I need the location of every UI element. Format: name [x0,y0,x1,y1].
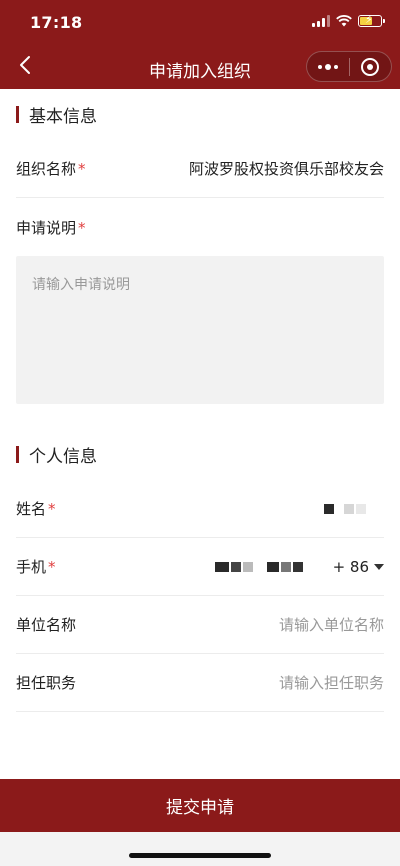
application-desc-placeholder: 请输入申请说明 [32,277,130,293]
row-name: 姓名 * [16,480,384,538]
status-icons: ⚡ [312,13,385,27]
section-title-personal: 个人信息 [29,446,97,467]
caret-down-icon [374,563,384,570]
close-button[interactable] [349,57,391,76]
section-accent-bar [16,105,19,123]
required-mark: * [78,160,86,178]
row-application-desc: 申请说明 * [16,198,384,256]
mini-program-close-icon [361,57,380,76]
section-personal-info: 个人信息 [16,443,97,467]
org-name-label: 组织名称 * [16,160,86,178]
section-basic-info: 基本信息 [16,103,97,127]
battery-icon: ⚡ [358,13,385,27]
wifi-icon [336,15,352,27]
mini-program-capsule [306,51,392,82]
more-dots-icon [317,64,322,69]
cellular-signal-icon [312,15,330,27]
position-input[interactable]: 请输入担任职务 [279,672,384,693]
more-button[interactable] [307,63,349,70]
required-mark: * [48,500,56,518]
required-mark: * [78,218,86,237]
row-org-name: 组织名称 * 阿波罗股权投资俱乐部校友会 [16,140,384,198]
application-desc-label: 申请说明 * [16,218,86,237]
required-mark: * [48,558,56,576]
home-indicator [129,853,271,858]
row-position: 担任职务 请输入担任职务 [16,654,384,712]
safe-area-bottom [0,832,400,866]
org-name-value: 阿波罗股权投资俱乐部校友会 [188,160,384,178]
row-unit-name: 单位名称 请输入单位名称 [16,596,384,654]
phone-value-masked[interactable] [214,561,303,572]
row-phone: 手机 * + 86 [16,538,384,596]
unit-name-label: 单位名称 [16,616,77,634]
section-accent-bar [16,445,19,463]
country-code-select[interactable]: + 86 [333,558,384,576]
phone-label: 手机 * [16,558,56,576]
section-title-basic: 基本信息 [29,106,97,127]
country-code-value: + 86 [332,557,369,576]
name-value-masked[interactable] [324,503,366,514]
name-label: 姓名 * [16,500,56,518]
status-time: 17:18 [30,13,83,32]
position-label: 担任职务 [16,674,77,692]
nav-bar: 申请加入组织 [0,44,400,89]
unit-name-input[interactable]: 请输入单位名称 [279,614,384,635]
status-bar: 17:18 ⚡ [0,0,400,44]
submit-button[interactable]: 提交申请 [0,779,400,832]
application-desc-textarea[interactable]: 请输入申请说明 [16,256,384,404]
